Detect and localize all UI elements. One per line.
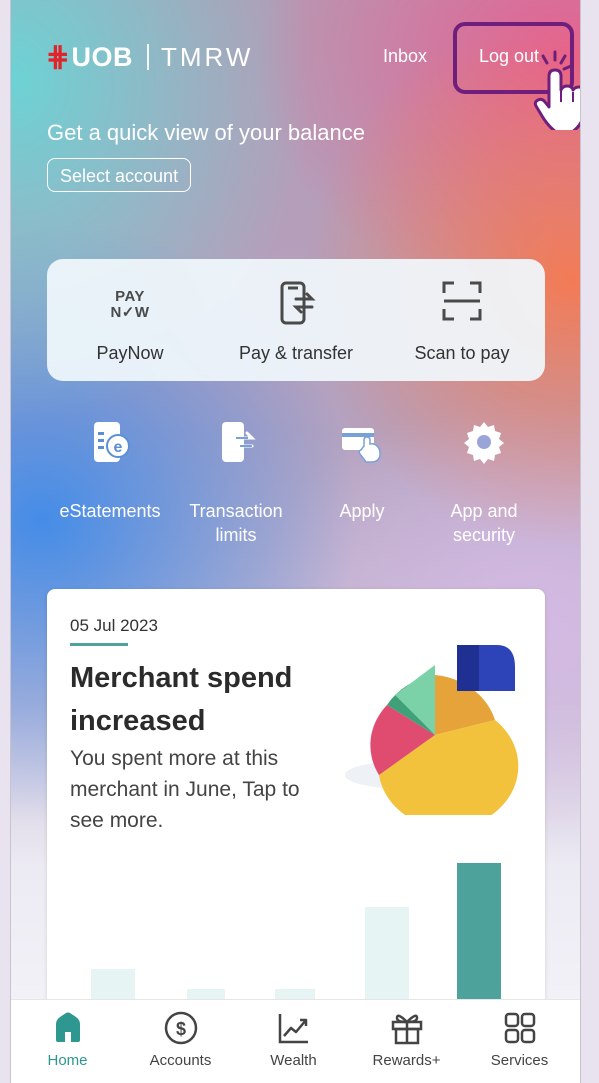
merchant-spend-card[interactable]: 05 Jul 2023 Merchant spend increased You… <box>47 589 545 1019</box>
grid-icon <box>504 1012 535 1044</box>
svg-text:$: $ <box>175 1019 185 1039</box>
gear-icon <box>464 422 504 464</box>
app-security-action[interactable]: App and security <box>421 420 547 547</box>
transaction-limits-action[interactable]: Transaction limits <box>173 420 299 547</box>
gift-icon <box>391 1014 422 1045</box>
app-security-label: App and security <box>450 501 518 545</box>
transaction-limits-label: Transaction limits <box>189 501 283 545</box>
estatement-icon: e <box>94 422 130 462</box>
paynow-label: PayNow <box>96 343 164 363</box>
app-screen: ⋕ UOB TMRW Inbox Log out Get a quick vie… <box>10 0 581 1083</box>
pie-chart-illustration <box>345 645 519 815</box>
brand-name: UOB <box>71 42 133 72</box>
card-apply-icon <box>342 428 381 463</box>
tab-accounts-label: Accounts <box>149 1052 212 1069</box>
insight-body: You spent more at this merchant in June,… <box>70 747 300 832</box>
apply-label: Apply <box>339 501 385 521</box>
tab-wealth[interactable]: Wealth <box>237 1000 350 1083</box>
tab-home[interactable]: Home <box>11 1000 124 1083</box>
tab-wealth-label: Wealth <box>270 1052 317 1069</box>
scan-icon <box>442 281 482 321</box>
insight-accent-line <box>70 643 128 646</box>
tab-accounts[interactable]: $ Accounts <box>124 1000 237 1083</box>
phone-transfer-icon <box>280 281 316 325</box>
pay-transfer-label: Pay & transfer <box>238 343 354 363</box>
product-name: TMRW <box>160 42 254 72</box>
tab-services-label: Services <box>490 1052 549 1069</box>
scan-to-pay-label: Scan to pay <box>414 343 510 363</box>
balance-title: Get a quick view of your balance <box>47 120 365 145</box>
select-account-button[interactable]: Select account <box>47 158 192 192</box>
insight-date: 05 Jul 2023 <box>70 616 158 635</box>
trend-chart-icon <box>278 1014 308 1044</box>
pay-transfer-action[interactable]: Pay & transfer <box>213 259 379 381</box>
bottom-tab-bar: Home $ Accounts Wealth Rewards+ Services <box>11 999 580 1083</box>
spend-bar-chart-illustration <box>91 863 501 1019</box>
tab-rewards[interactable]: Rewards+ <box>350 1000 463 1083</box>
tab-home-label: Home <box>47 1052 88 1069</box>
paynow-action[interactable]: PAY N✓W PayNow <box>47 259 213 381</box>
tab-rewards-label: Rewards+ <box>372 1052 441 1069</box>
shortcut-actions: e eStatements Transaction limits Apply A… <box>47 420 547 560</box>
transaction-limit-icon <box>222 422 256 462</box>
insight-headline: Merchant spend increased <box>70 662 293 737</box>
home-icon <box>55 1012 80 1042</box>
estatements-label: eStatements <box>59 501 161 521</box>
svg-text:e: e <box>114 439 123 456</box>
apply-action[interactable]: Apply <box>299 420 425 523</box>
estatements-action[interactable]: e eStatements <box>47 420 173 523</box>
quick-actions-card: PAY N✓W PayNow Pay & transfer Scan to pay <box>47 259 545 381</box>
paynow-logo-icon: PAY N✓W <box>110 288 150 321</box>
tab-services[interactable]: Services <box>463 1000 576 1083</box>
uob-tmrw-logo: ⋕ UOB TMRW <box>46 40 253 74</box>
logo-divider <box>146 44 149 70</box>
scan-to-pay-action[interactable]: Scan to pay <box>379 259 545 381</box>
dollar-circle-icon: $ <box>164 1011 197 1045</box>
hand-pointer-cursor-icon <box>533 50 580 130</box>
uob-logo-mark-icon: ⋕ <box>46 41 70 72</box>
inbox-link[interactable]: Inbox <box>383 46 427 67</box>
header: ⋕ UOB TMRW Inbox Log out <box>11 0 580 130</box>
